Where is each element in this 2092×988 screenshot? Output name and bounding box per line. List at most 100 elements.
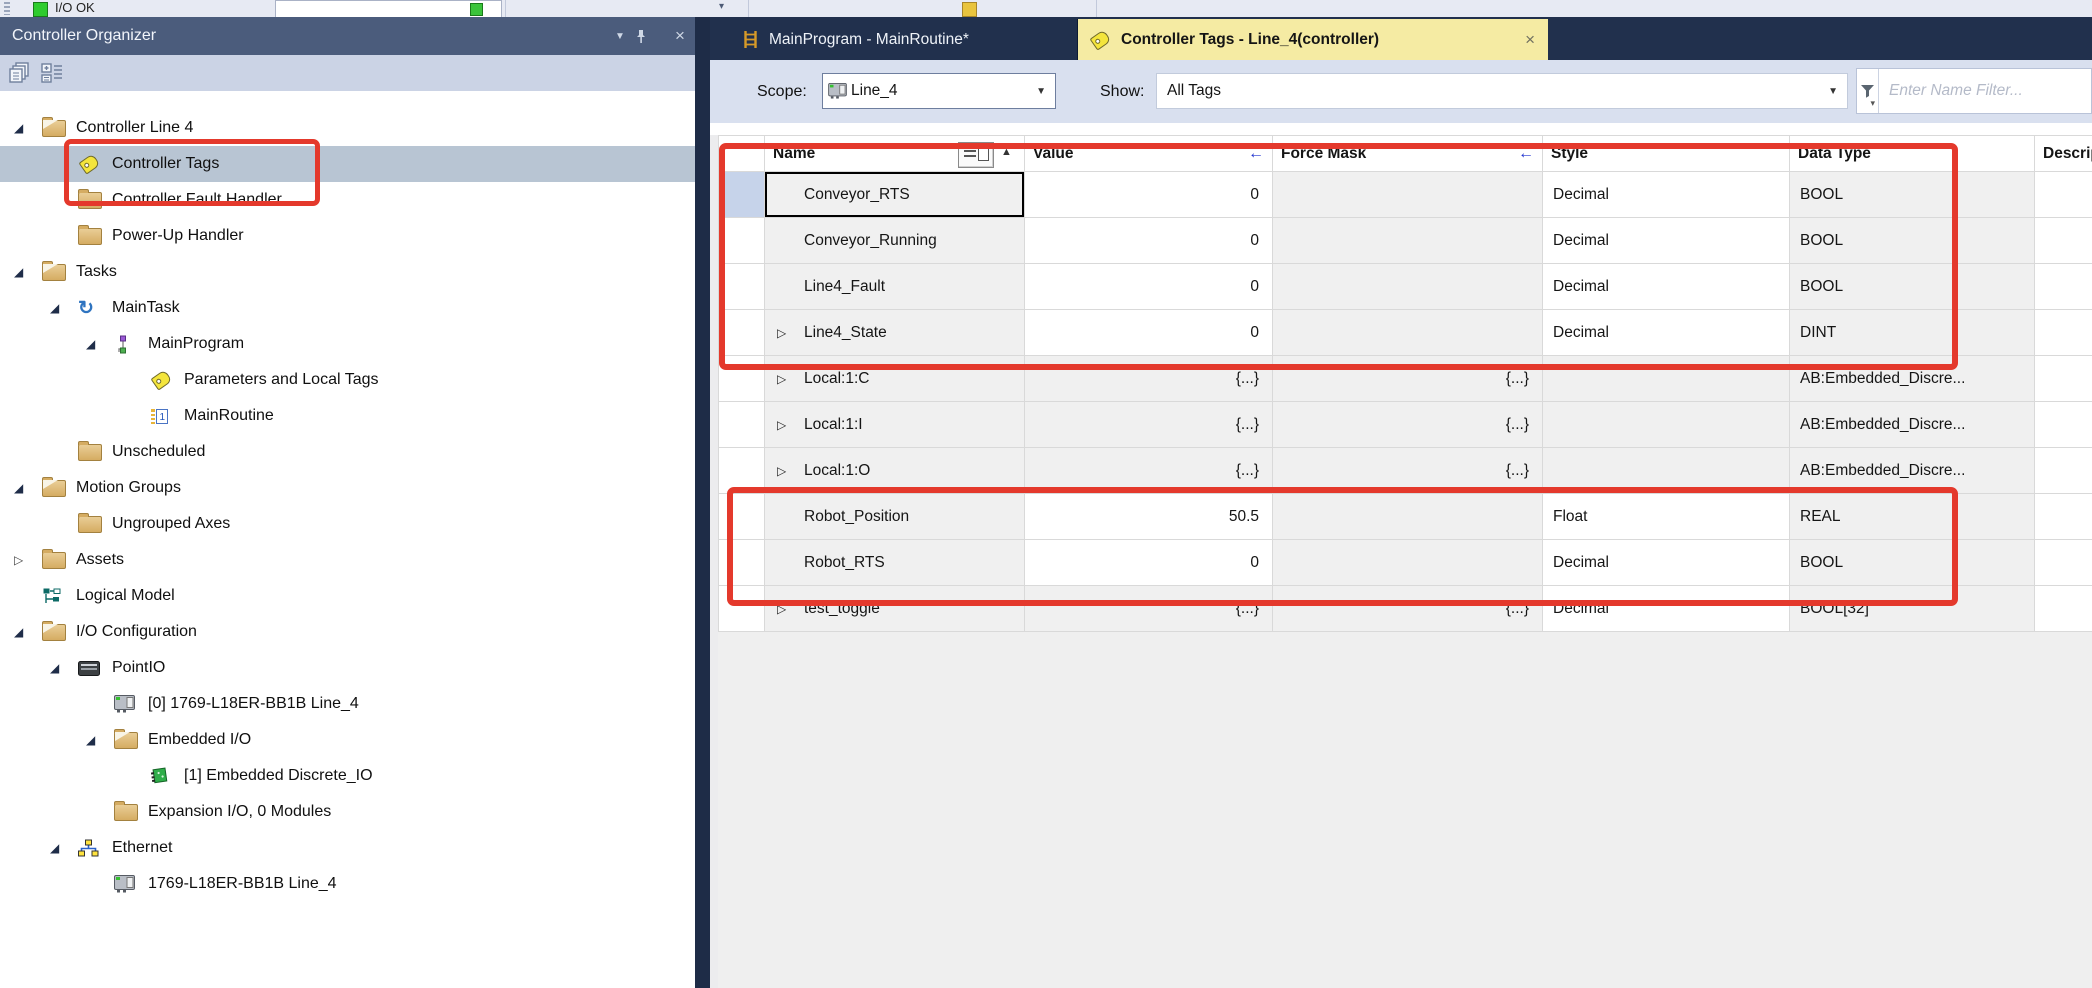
expanded-icon[interactable]: ◢	[86, 337, 114, 351]
tree-item-1-embedded-discrete-io[interactable]: [1] Embedded Discrete_IO	[0, 758, 695, 794]
scope-value: Line_4	[851, 82, 898, 100]
tree-item-1769-l18er-bb1b-line-4[interactable]: 1769-L18ER-BB1B Line_4	[0, 866, 695, 902]
controller-organizer-tree: ◢ Controller Line 4 Controller Tags Cont…	[0, 91, 695, 988]
program-icon	[114, 335, 148, 354]
toolbar-dropdown-icon[interactable]: ▾	[719, 1, 724, 12]
tree-item-ethernet[interactable]: ◢ Ethernet	[0, 830, 695, 866]
tree-item-tasks[interactable]: ◢ Tasks	[0, 254, 695, 290]
tag-editor-toolbar: Scope: Line_4 ▼ Show: All Tags ▼ ▾	[710, 60, 2092, 123]
folder-icon	[78, 228, 102, 245]
io-status-label: I/O OK	[55, 0, 95, 15]
tree-item-mainprogram[interactable]: ◢ MainProgram	[0, 326, 695, 362]
routine-icon: 1	[150, 407, 184, 426]
toolbar-save-icon[interactable]	[962, 2, 977, 17]
annotation-box-line4-tags	[719, 143, 1958, 370]
style-cell[interactable]	[1543, 402, 1790, 448]
tree-item-embedded-io[interactable]: ◢ Embedded I/O	[0, 722, 695, 758]
tab-controller-tags[interactable]: Controller Tags - Line_4(controller) ×	[1078, 19, 1548, 60]
panel-splitter[interactable]	[695, 17, 710, 988]
description-cell[interactable]	[2035, 218, 2092, 264]
tree-item-parameters-and-local-tags[interactable]: Parameters and Local Tags	[0, 362, 695, 398]
name-filter-input[interactable]	[1879, 69, 2091, 113]
expanded-icon[interactable]: ◢	[50, 841, 78, 855]
annotation-box-controller-tags	[64, 139, 320, 206]
tree-item-logical-model[interactable]: Logical Model	[0, 578, 695, 614]
toolbar-grip-icon	[4, 2, 10, 15]
tree-item-pointio[interactable]: ◢ PointIO	[0, 650, 695, 686]
show-combobox[interactable]: All Tags ▼	[1156, 73, 1848, 109]
expanded-icon[interactable]: ◢	[50, 301, 78, 315]
close-icon[interactable]: ×	[665, 26, 695, 46]
show-label: Show:	[1100, 60, 1144, 123]
tree-item-0-1769-l18er-bb1b-line-4[interactable]: [0] 1769-L18ER-BB1B Line_4	[0, 686, 695, 722]
expand-row-icon[interactable]: ▷	[777, 464, 786, 478]
description-cell[interactable]	[2035, 172, 2092, 218]
description-cell[interactable]	[2035, 310, 2092, 356]
pin-icon[interactable]	[635, 29, 665, 44]
io-card-icon	[150, 767, 184, 785]
expanded-icon[interactable]: ◢	[14, 121, 42, 135]
scope-combobox[interactable]: Line_4 ▼	[822, 73, 1056, 109]
panel-title: Controller Organizer	[0, 27, 605, 45]
folder-icon	[78, 516, 102, 533]
name-cell[interactable]: ▷ Local:1:I	[765, 402, 1025, 448]
open-folder-icon	[114, 732, 138, 749]
expanded-icon[interactable]: ◢	[14, 625, 42, 639]
tab-label: Controller Tags - Line_4(controller)	[1121, 31, 1379, 49]
controller-icon	[114, 875, 148, 893]
tree-item-maintask[interactable]: ◢ ↻ MainTask	[0, 290, 695, 326]
funnel-icon	[1859, 83, 1876, 99]
tree-item-power-up-handler[interactable]: Power-Up Handler	[0, 218, 695, 254]
expanded-icon[interactable]: ◢	[86, 733, 114, 747]
column-header-description[interactable]: Description	[2035, 135, 2092, 172]
collapsed-icon[interactable]: ▷	[14, 553, 42, 567]
row-selector[interactable]	[718, 402, 765, 448]
tree-item-ungrouped-axes[interactable]: Ungrouped Axes	[0, 506, 695, 542]
panel-header: Controller Organizer ▼ ×	[0, 17, 695, 55]
toolbar-combobox[interactable]	[275, 0, 502, 18]
dropdown-icon[interactable]: ▼	[1036, 86, 1046, 97]
io-ok-led-icon	[33, 2, 48, 17]
description-cell[interactable]	[2035, 356, 2092, 402]
dropdown-icon[interactable]: ▼	[1828, 86, 1838, 97]
expanded-icon[interactable]: ◢	[14, 265, 42, 279]
tree-item-mainroutine[interactable]: 1 MainRoutine	[0, 398, 695, 434]
module-icon	[78, 661, 112, 676]
collapse-all-icon[interactable]	[8, 62, 32, 84]
open-folder-icon	[42, 120, 66, 137]
online-status-icon	[470, 3, 483, 16]
task-icon: ↻	[78, 297, 94, 320]
expand-row-icon[interactable]: ▷	[777, 418, 786, 432]
tag-icon	[1090, 29, 1112, 50]
description-cell[interactable]	[2035, 494, 2092, 540]
force-mask-cell[interactable]: {...}	[1273, 402, 1543, 448]
value-cell[interactable]: {...}	[1025, 402, 1273, 448]
tree-item-unscheduled[interactable]: Unscheduled	[0, 434, 695, 470]
controller-icon	[114, 695, 148, 713]
folder-icon	[114, 804, 138, 821]
tab-label: MainProgram - MainRoutine*	[769, 31, 969, 49]
description-cell[interactable]	[2035, 540, 2092, 586]
tag-grid-empty-area	[718, 632, 2092, 988]
panel-menu-icon[interactable]: ▼	[605, 31, 635, 42]
tab-mainprogram-mainroutine[interactable]: MainProgram - MainRoutine*	[734, 19, 1078, 60]
description-cell[interactable]	[2035, 586, 2092, 632]
filter-button[interactable]: ▾	[1857, 69, 1879, 113]
expand-row-icon[interactable]: ▷	[777, 372, 786, 386]
tag-row-local-1-i: ▷ Local:1:I {...} {...} AB:Embedded_Disc…	[718, 402, 2092, 448]
data-type-cell[interactable]: AB:Embedded_Discre...	[1790, 402, 2035, 448]
expanded-icon[interactable]: ◢	[14, 481, 42, 495]
tree-item-assets[interactable]: ▷ Assets	[0, 542, 695, 578]
tree-item-motion-groups[interactable]: ◢ Motion Groups	[0, 470, 695, 506]
organizer-options-icon[interactable]	[40, 62, 64, 84]
expanded-icon[interactable]: ◢	[50, 661, 78, 675]
annotation-box-robot-tags	[727, 487, 1958, 606]
close-icon[interactable]: ×	[1525, 30, 1535, 50]
tree-item-expansion-io[interactable]: Expansion I/O, 0 Modules	[0, 794, 695, 830]
description-cell[interactable]	[2035, 264, 2092, 310]
folder-icon	[78, 444, 102, 461]
document-tab-bar: MainProgram - MainRoutine* Controller Ta…	[710, 17, 2092, 60]
description-cell[interactable]	[2035, 448, 2092, 494]
description-cell[interactable]	[2035, 402, 2092, 448]
tree-item-io-configuration[interactable]: ◢ I/O Configuration	[0, 614, 695, 650]
